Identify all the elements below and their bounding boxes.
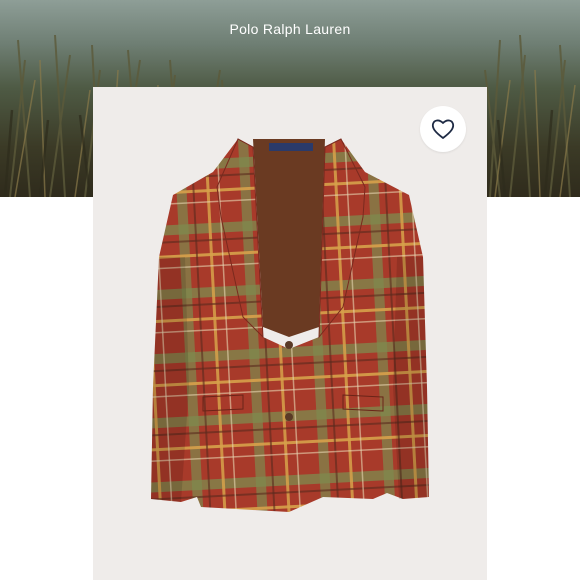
favorite-button[interactable] xyxy=(420,106,466,152)
product-image-jacket xyxy=(151,138,429,512)
heart-outline-icon xyxy=(431,119,455,139)
product-image-card[interactable] xyxy=(93,87,487,580)
brand-name: Polo Ralph Lauren xyxy=(229,21,351,37)
